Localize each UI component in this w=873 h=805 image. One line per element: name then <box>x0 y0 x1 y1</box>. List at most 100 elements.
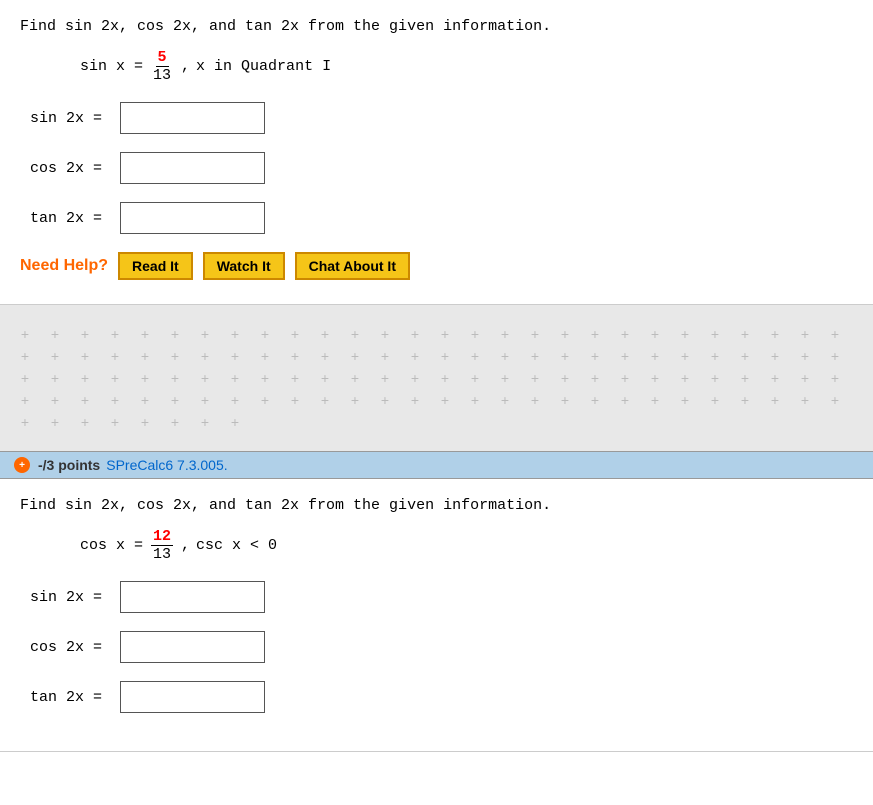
given-label-1: sin x = <box>80 58 143 75</box>
plus-symbol: + <box>130 411 160 433</box>
plus-symbol: + <box>400 389 430 411</box>
plus-symbol: + <box>10 323 40 345</box>
plus-symbol: + <box>790 323 820 345</box>
plus-symbol: + <box>730 345 760 367</box>
condition-2: csc x < 0 <box>196 537 277 554</box>
tan-row-1: tan 2x = <box>30 202 853 234</box>
cos-input-1[interactable] <box>120 152 265 184</box>
comma-1: , <box>181 58 190 75</box>
plus-symbol: + <box>700 367 730 389</box>
plus-symbol: + <box>610 389 640 411</box>
plus-symbol: + <box>430 345 460 367</box>
plus-symbol: + <box>370 345 400 367</box>
plus-symbol: + <box>610 323 640 345</box>
plus-symbol: + <box>400 367 430 389</box>
given-info-1: sin x = 5 13 , x in Quadrant I <box>80 49 853 84</box>
plus-symbol: + <box>820 345 850 367</box>
points-text: -/3 points <box>38 457 100 473</box>
fraction-1: 5 13 <box>151 49 173 84</box>
plus-symbol: + <box>670 389 700 411</box>
plus-symbol: + <box>160 323 190 345</box>
plus-symbol: + <box>100 345 130 367</box>
numerator-2: 12 <box>151 528 173 546</box>
plus-symbol: + <box>340 389 370 411</box>
plus-symbol: + <box>70 411 100 433</box>
plus-symbol: + <box>280 367 310 389</box>
plus-symbol: + <box>10 411 40 433</box>
given-label-2: cos x = <box>80 537 143 554</box>
denominator-2: 13 <box>151 546 173 563</box>
plus-symbol: + <box>100 389 130 411</box>
plus-symbol: + <box>310 367 340 389</box>
tan-input-2[interactable] <box>120 681 265 713</box>
plus-symbol: + <box>760 389 790 411</box>
plus-symbol: + <box>670 345 700 367</box>
plus-symbol: + <box>640 367 670 389</box>
plus-symbol: + <box>10 389 40 411</box>
plus-symbol: + <box>640 345 670 367</box>
sin-input-2[interactable] <box>120 581 265 613</box>
plus-symbol: + <box>550 389 580 411</box>
plus-symbol: + <box>280 345 310 367</box>
plus-symbol: + <box>310 345 340 367</box>
fraction-2: 12 13 <box>151 528 173 563</box>
problem-id: SPreCalc6 7.3.005. <box>106 457 227 473</box>
plus-symbol: + <box>460 367 490 389</box>
plus-symbol: + <box>580 367 610 389</box>
plus-symbol: + <box>550 323 580 345</box>
section-1: Find sin 2x, cos 2x, and tan 2x from the… <box>0 0 873 305</box>
plus-symbol: + <box>220 345 250 367</box>
plus-symbol: + <box>760 367 790 389</box>
plus-symbol: + <box>580 389 610 411</box>
plus-symbol: + <box>310 389 340 411</box>
cos-input-2[interactable] <box>120 631 265 663</box>
plus-symbol: + <box>430 323 460 345</box>
plus-symbol: + <box>370 323 400 345</box>
plus-symbol: + <box>790 345 820 367</box>
plus-symbol: + <box>70 367 100 389</box>
cos-label-1: cos 2x = <box>30 160 120 177</box>
watch-it-button[interactable]: Watch It <box>203 252 285 280</box>
need-help-label: Need Help? <box>20 257 108 275</box>
plus-symbol: + <box>700 323 730 345</box>
cos-row-2: cos 2x = <box>30 631 853 663</box>
plus-symbol: + <box>220 411 250 433</box>
plus-symbol: + <box>430 389 460 411</box>
plus-symbol: + <box>490 367 520 389</box>
chat-about-button[interactable]: Chat About It <box>295 252 410 280</box>
read-it-button[interactable]: Read It <box>118 252 193 280</box>
denominator-1: 13 <box>151 67 173 84</box>
plus-symbol: + <box>610 345 640 367</box>
plus-symbol: + <box>640 389 670 411</box>
plus-symbol: + <box>580 323 610 345</box>
plus-symbol: + <box>640 323 670 345</box>
plus-symbol: + <box>190 411 220 433</box>
plus-symbol: + <box>790 389 820 411</box>
plus-symbol: + <box>250 345 280 367</box>
plus-symbol: + <box>70 389 100 411</box>
problem-title-2: Find sin 2x, cos 2x, and tan 2x from the… <box>20 497 853 514</box>
condition-1: x in Quadrant I <box>196 58 331 75</box>
plus-symbol: + <box>820 323 850 345</box>
plus-symbol: + <box>700 389 730 411</box>
plus-symbol: + <box>610 367 640 389</box>
plus-symbol: + <box>280 389 310 411</box>
plus-grid: ++++++++++++++++++++++++++++++++++++++++… <box>0 317 873 439</box>
plus-symbol: + <box>10 345 40 367</box>
plus-symbol: + <box>220 389 250 411</box>
sin-input-1[interactable] <box>120 102 265 134</box>
plus-symbol: + <box>550 345 580 367</box>
plus-symbol: + <box>550 367 580 389</box>
numerator-1: 5 <box>156 49 169 67</box>
plus-symbol: + <box>190 323 220 345</box>
plus-symbol: + <box>370 389 400 411</box>
plus-symbol: + <box>520 389 550 411</box>
plus-symbol: + <box>130 345 160 367</box>
problem-title-text-1: Find sin 2x, cos 2x, and tan 2x from the… <box>20 18 551 35</box>
tan-input-1[interactable] <box>120 202 265 234</box>
plus-symbol: + <box>250 367 280 389</box>
plus-symbol: + <box>730 389 760 411</box>
plus-symbol: + <box>340 345 370 367</box>
plus-symbol: + <box>490 389 520 411</box>
plus-symbol: + <box>820 389 850 411</box>
